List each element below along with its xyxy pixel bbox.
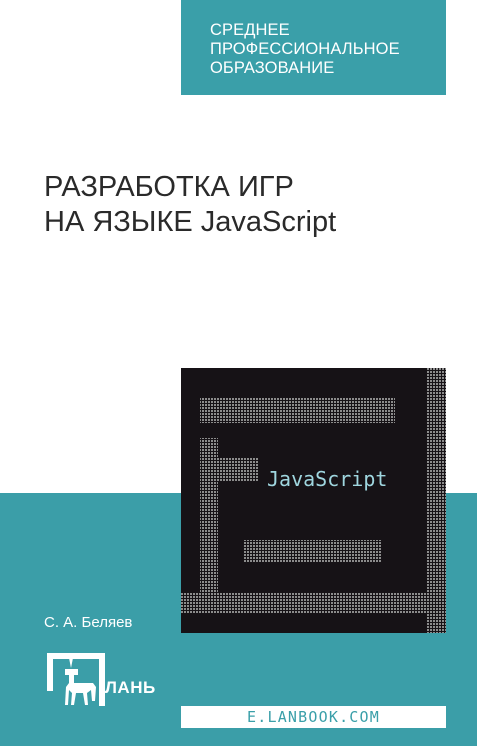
title-line: НА ЯЗЫКЕ JavaScript [44,206,337,238]
deer-silhouette [65,669,96,705]
logo-frame [47,653,105,706]
series-line: СРЕДНЕЕ [210,21,290,39]
maze-wall-branch [218,458,258,482]
publisher-url: E.LANBOOK.COM [247,708,380,726]
book-title: РАЗРАБОТКА ИГР НА ЯЗЫКЕ JavaScript [44,170,336,240]
author-name: С. А. Беляев [44,614,133,631]
series-line: ПРОФЕССИОНАЛЬНОЕ [210,40,400,58]
maze-wall-left [200,438,218,592]
series-label: СРЕДНЕЕ ПРОФЕССИОНАЛЬНОЕ ОБРАЗОВАНИЕ [210,21,400,78]
maze-wall-top [200,398,395,423]
maze-wall-middle [243,540,381,562]
publisher-logo-text: ЛАНЬ [105,678,156,697]
series-line: ОБРАЗОВАНИЕ [210,59,335,77]
maze-wall-bottom [181,592,446,614]
javascript-art-text: JavaScript [267,467,387,491]
cover-illustration: JavaScript [181,368,446,633]
publisher-url-bar: E.LANBOOK.COM [181,706,446,728]
title-line: РАЗРАБОТКА ИГР [44,171,294,203]
